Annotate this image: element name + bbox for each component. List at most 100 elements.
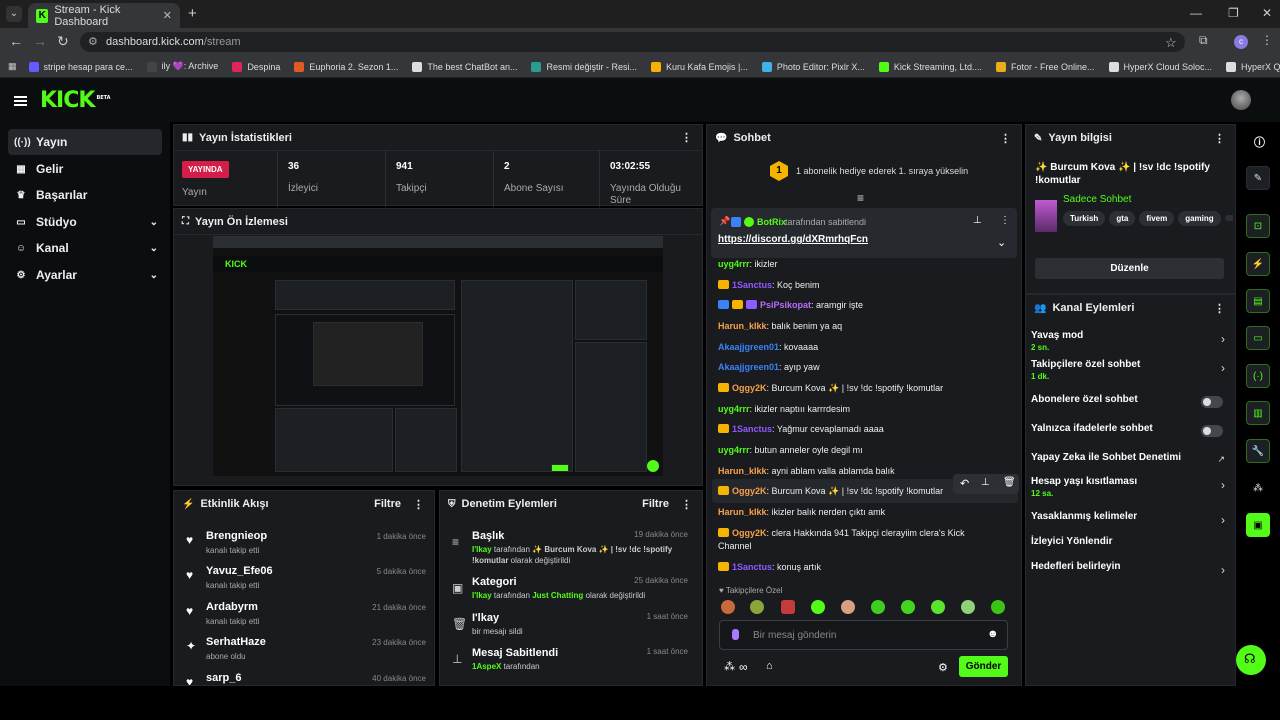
- bookmark-item[interactable]: The best ChatBot an...: [412, 61, 517, 72]
- more-options-icon[interactable]: ⋮: [1214, 132, 1225, 145]
- bookmark-star-icon[interactable]: ☆: [1165, 35, 1177, 51]
- pinned-by[interactable]: BotRix: [757, 217, 786, 227]
- layout-rail-button[interactable]: ▥: [1246, 401, 1270, 425]
- more-options-icon[interactable]: ⋮: [1000, 215, 1010, 226]
- broadcast-rail-button[interactable]: (·): [1246, 364, 1270, 388]
- tag[interactable]: Turkish: [1063, 211, 1106, 226]
- bookmark-item[interactable]: Euphoria 2. Sezon 1...: [294, 61, 398, 72]
- chat-username[interactable]: 1Sanctus: [732, 424, 772, 434]
- profile-icon[interactable]: c: [1234, 35, 1248, 49]
- moderation-filter-button[interactable]: Filtre: [642, 498, 669, 510]
- chat-username[interactable]: uyg4rrr: [718, 259, 750, 269]
- edit-rail-button[interactable]: ✎: [1246, 166, 1270, 190]
- tag[interactable]: fivem: [1139, 211, 1175, 226]
- menu-icon[interactable]: [14, 96, 27, 106]
- action-set-goals[interactable]: Hedefleri belirleyin ›: [1031, 559, 1229, 585]
- action-account-age[interactable]: Hesap yaşı kısıtlaması 12 sa. ›: [1031, 474, 1229, 500]
- address-bar[interactable]: ⚙ dashboard.kick.com/stream: [80, 32, 1185, 52]
- minimize-icon[interactable]: —: [1190, 6, 1202, 20]
- bookmark-item[interactable]: Photo Editor: Pixlr X...: [761, 61, 865, 72]
- unpin-icon[interactable]: ⊥: [973, 215, 982, 226]
- activity-filter-button[interactable]: Filtre: [374, 498, 401, 510]
- chat-username[interactable]: uyg4rrr: [718, 445, 750, 455]
- chat-settings-icon[interactable]: ⚙: [938, 661, 948, 674]
- chevron-down-icon[interactable]: ⌄: [997, 236, 1006, 249]
- bookmark-item[interactable]: Fotor - Free Online...: [995, 61, 1095, 72]
- chat-username[interactable]: Harun_kIkk: [718, 507, 767, 517]
- chat-username[interactable]: 1Sanctus: [732, 280, 772, 290]
- kick-logo[interactable]: KICK BETA: [40, 88, 111, 113]
- tools-rail-button[interactable]: 🔧: [1246, 439, 1270, 463]
- chat-username[interactable]: Akaajjgreen01: [718, 342, 779, 352]
- sidebar-item-gelir[interactable]: ▦ Gelir: [8, 156, 162, 182]
- more-options-icon[interactable]: ⋮: [1000, 132, 1011, 145]
- maximize-icon[interactable]: ❐: [1228, 6, 1239, 20]
- scan-rail-button[interactable]: ⊡: [1246, 214, 1270, 238]
- sidebar-item-studyo[interactable]: ▭ Stüdyo ⌄: [8, 209, 162, 235]
- bookmark-item[interactable]: Kuru Kafa Emojis |...: [651, 61, 748, 72]
- chat-username[interactable]: Oggy2K: [732, 528, 767, 538]
- tag[interactable]: gta: [1109, 211, 1136, 226]
- bookmark-item[interactable]: Resmi değiştir - Resi...: [531, 61, 637, 72]
- reply-icon[interactable]: ↶: [960, 477, 969, 490]
- close-tab-icon[interactable]: ✕: [163, 9, 172, 22]
- action-host-viewers[interactable]: İzleyici Yönlendir: [1031, 534, 1229, 560]
- extensions-icon[interactable]: ⧉: [1199, 33, 1208, 48]
- chat-username[interactable]: 1Sanctus: [732, 562, 772, 572]
- site-info-icon[interactable]: ⚙: [88, 35, 98, 48]
- kick-chat-icon[interactable]: ⁂: [724, 660, 735, 673]
- emote[interactable]: [961, 600, 975, 614]
- chat-username[interactable]: Oggy2K: [732, 383, 767, 393]
- store-icon[interactable]: ⌂: [766, 660, 773, 672]
- emote[interactable]: [991, 600, 1005, 614]
- emote[interactable]: [721, 600, 735, 614]
- more-options-icon[interactable]: ⋮: [681, 131, 692, 144]
- kick-game-rail-button[interactable]: ▣: [1246, 513, 1270, 537]
- action-slow-mode[interactable]: Yavaş mod 2 sn. ›: [1031, 328, 1229, 354]
- pinned-link[interactable]: https://discord.gg/dXRmrhqFcn: [718, 234, 868, 245]
- stream-preview-video[interactable]: KICK: [213, 236, 663, 476]
- bookmark-item[interactable]: stripe hesap para ce...: [28, 61, 133, 72]
- info-icon[interactable]: ⓘ: [1254, 134, 1265, 150]
- gift-sub-banner[interactable]: 1 abonelik hediye ederek 1. sıraya yükse…: [796, 166, 968, 176]
- support-chat-button[interactable]: ☊: [1236, 645, 1266, 675]
- filter-lines-icon[interactable]: ≡: [857, 191, 864, 205]
- apps-icon[interactable]: ▦: [8, 61, 17, 72]
- chat-username[interactable]: PsiPsikopat: [760, 300, 811, 310]
- bookmark-item[interactable]: Kick Streaming, Ltd....: [878, 61, 982, 72]
- tag[interactable]: gaming: [1178, 211, 1221, 226]
- emote[interactable]: [901, 600, 915, 614]
- chat-username[interactable]: Harun_kIkk: [718, 321, 767, 331]
- chat-username[interactable]: uyg4rrr: [718, 404, 750, 414]
- notes-rail-button[interactable]: ▤: [1246, 289, 1270, 313]
- chat-username[interactable]: Oggy2K: [732, 486, 767, 496]
- bookmark-item[interactable]: Despina: [232, 61, 280, 72]
- chat-input[interactable]: Bir mesaj gönderin ☻: [719, 620, 1008, 650]
- bookmark-item[interactable]: HyperX Quadcast 2...: [1226, 61, 1280, 72]
- emote[interactable]: [931, 600, 945, 614]
- sidebar-item-basarilar[interactable]: ♛ Başarılar: [8, 182, 162, 208]
- sidebar-item-yayin[interactable]: ((·)) Yayın: [8, 129, 162, 155]
- flash-rail-button[interactable]: ⚡: [1246, 252, 1270, 276]
- close-window-icon[interactable]: ✕: [1262, 6, 1272, 20]
- edit-button[interactable]: Düzenle: [1035, 258, 1224, 279]
- tab-search-button[interactable]: ⌄: [6, 6, 22, 22]
- action-banned-words[interactable]: Yasaklanmış kelimeler ›: [1031, 509, 1229, 535]
- chat-username[interactable]: Akaajjgreen01: [718, 362, 779, 372]
- sidebar-item-kanal[interactable]: ☺ Kanal ⌄: [8, 235, 162, 261]
- emote[interactable]: [811, 600, 825, 614]
- emote[interactable]: [871, 600, 885, 614]
- more-options-icon[interactable]: ⋮: [1214, 302, 1225, 315]
- more-options-icon[interactable]: ⋮: [413, 498, 424, 511]
- sidebar-item-ayarlar[interactable]: ⚙ Ayarlar ⌄: [8, 262, 162, 288]
- reload-icon[interactable]: ↻: [57, 33, 69, 50]
- bookmark-item[interactable]: ily 💜: Archive: [146, 61, 218, 72]
- avatar[interactable]: [1231, 90, 1251, 110]
- bookmark-item[interactable]: HyperX Cloud Soloc...: [1108, 61, 1212, 72]
- category-name[interactable]: Sadece Sohbet: [1063, 194, 1131, 205]
- emote[interactable]: [750, 600, 764, 614]
- more-options-icon[interactable]: ⋮: [681, 498, 692, 511]
- forward-icon[interactable]: →: [33, 33, 47, 49]
- emote[interactable]: [841, 600, 855, 614]
- emote[interactable]: [781, 600, 795, 614]
